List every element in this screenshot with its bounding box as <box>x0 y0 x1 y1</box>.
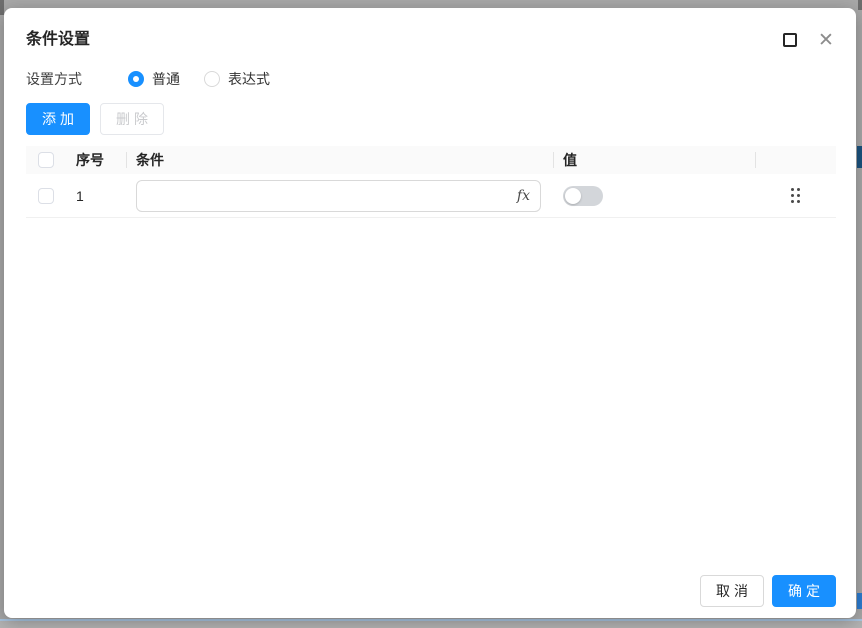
cancel-button-label: 取消 <box>716 581 752 601</box>
setting-method-row: 设置方式 普通 表达式 <box>26 68 294 90</box>
dialog-title: 条件设置 <box>26 27 836 53</box>
cancel-button[interactable]: 取消 <box>700 575 764 607</box>
fx-icon[interactable]: fx <box>511 188 530 204</box>
header-condition: 条件 <box>126 146 553 174</box>
window-controls: ✕ <box>780 27 836 53</box>
drag-dots-icon <box>791 188 794 191</box>
ok-button-label: 确定 <box>788 581 824 601</box>
select-all-checkbox[interactable] <box>38 152 54 168</box>
header-checkbox-cell <box>26 152 64 168</box>
radio-normal-label: 普通 <box>152 69 180 89</box>
dialog-header: 条件设置 ✕ <box>26 27 836 53</box>
background-page-sliver <box>857 146 862 168</box>
header-actions <box>755 146 836 174</box>
radio-expression[interactable]: 表达式 <box>204 69 270 89</box>
delete-button-label: 删除 <box>116 109 152 129</box>
table-row: 1 fx <box>26 174 836 218</box>
radio-selected-icon <box>128 71 144 87</box>
drag-handle[interactable] <box>789 188 803 204</box>
row-value-cell <box>553 174 755 217</box>
header-value: 值 <box>553 146 755 174</box>
add-button[interactable]: 添加 <box>26 103 90 135</box>
toggle-knob <box>565 188 581 204</box>
toolbar: 添加 删除 <box>26 103 164 135</box>
ok-button[interactable]: 确定 <box>772 575 836 607</box>
background-page-bottom-area <box>0 621 862 628</box>
row-checkbox-cell <box>26 188 64 204</box>
delete-button[interactable]: 删除 <box>100 103 164 135</box>
value-toggle[interactable] <box>563 186 603 206</box>
row-index-cell: 1 <box>64 174 126 217</box>
maximize-icon <box>783 33 797 47</box>
condition-input[interactable] <box>147 182 511 210</box>
close-icon: ✕ <box>818 31 834 50</box>
radio-normal[interactable]: 普通 <box>128 69 180 89</box>
radio-expression-label: 表达式 <box>228 69 270 89</box>
add-button-label: 添加 <box>42 109 78 129</box>
radio-unselected-icon <box>204 71 220 87</box>
row-condition-cell: fx <box>126 174 553 217</box>
background-corner <box>858 0 862 10</box>
header-index: 序号 <box>64 146 126 174</box>
conditions-table: 序号 条件 值 1 fx <box>26 146 836 218</box>
close-button[interactable]: ✕ <box>816 30 836 50</box>
condition-settings-dialog: 条件设置 ✕ 设置方式 普通 表达式 添加 删除 <box>4 8 856 618</box>
row-checkbox[interactable] <box>38 188 54 204</box>
dialog-footer: 取消 确定 <box>700 575 836 607</box>
background-page-sliver <box>857 593 862 609</box>
condition-input-wrap: fx <box>136 180 541 212</box>
row-actions-cell <box>755 174 836 217</box>
maximize-button[interactable] <box>780 30 800 50</box>
setting-method-label: 设置方式 <box>26 69 128 89</box>
table-header-row: 序号 条件 值 <box>26 146 836 174</box>
